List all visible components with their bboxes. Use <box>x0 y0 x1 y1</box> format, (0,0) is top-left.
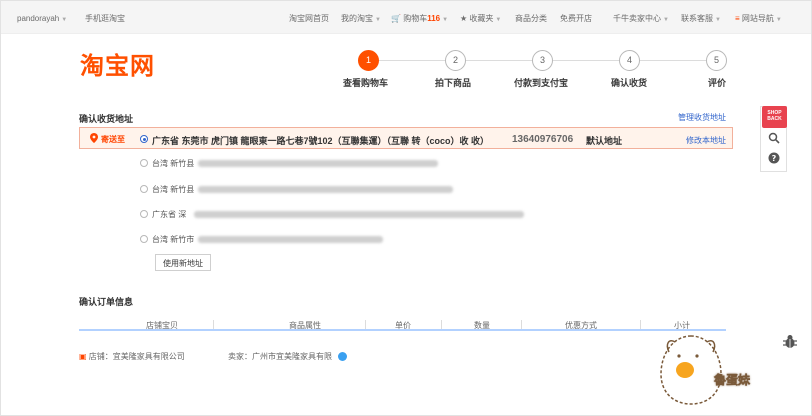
taobao-home-link[interactable]: 淘宝网首页 <box>289 14 329 24</box>
cart-link[interactable]: 🛒 购物车116 ▼ <box>391 14 448 25</box>
top-bar: pandorayah ▼ 手机逛淘宝 淘宝网首页 我的淘宝 ▼ 🛒 购物车116 ▼ … <box>1 1 811 34</box>
blurred-address-detail <box>198 186 453 193</box>
taobao-logo[interactable]: 淘宝网 <box>80 46 155 81</box>
shop-icon: ▣ <box>79 352 87 361</box>
chat-icon[interactable] <box>338 352 348 362</box>
address-option-text: 台湾 新竹县 <box>152 185 195 194</box>
manage-address-link[interactable]: 管理收货地址 <box>678 112 726 123</box>
default-address-label: 默认地址 <box>586 136 623 146</box>
location-pin-icon <box>90 133 98 143</box>
send-to-label: 寄送至 <box>101 135 125 144</box>
seller-name: 卖家：广州市宜美隆家具有限 <box>228 352 332 361</box>
address-option-2[interactable]: 台湾 新竹县 <box>140 183 470 195</box>
column-divider <box>365 320 366 329</box>
username-link[interactable]: pandorayah ▼ <box>17 14 67 25</box>
mobile-taobao-link[interactable]: 手机逛淘宝 <box>85 14 125 24</box>
column-divider <box>521 320 522 329</box>
address-radio[interactable] <box>140 185 148 193</box>
step-2-label: 拍下商品 <box>435 78 472 88</box>
step-4-circle: 4 <box>619 50 640 71</box>
my-taobao-menu[interactable]: 我的淘宝 ▼ <box>341 14 381 25</box>
cart-count: 116 <box>427 14 441 23</box>
address-option-text: 台湾 新竹市 <box>152 235 195 244</box>
categories-link[interactable]: 商品分类 <box>515 14 547 24</box>
column-divider <box>213 320 214 329</box>
edit-address-link[interactable]: 修改本地址 <box>686 135 726 146</box>
address-radio[interactable] <box>140 159 148 167</box>
cart-icon: 🛒 <box>391 14 401 23</box>
shopback-badge[interactable]: SHOP BACK <box>762 106 787 128</box>
mascot-watermark-text: 魯蛋妹 <box>714 373 751 388</box>
help-icon[interactable]: ? <box>768 152 780 164</box>
egg-mascot-watermark <box>660 335 722 405</box>
order-header-underline <box>79 329 726 331</box>
address-radio-selected[interactable] <box>140 135 148 143</box>
selected-address-phone: 13640976706 <box>512 134 574 145</box>
step-2-circle: 2 <box>445 50 466 71</box>
step-1-circle: 1 <box>358 50 379 71</box>
address-radio[interactable] <box>140 210 148 218</box>
blurred-address-detail <box>198 160 438 167</box>
shop-name: 店铺：宜美隆家具有限公司 <box>88 352 185 361</box>
search-icon[interactable] <box>768 132 780 144</box>
column-divider <box>441 320 442 329</box>
shop-info[interactable]: ▣ 店铺：宜美隆家具有限公司 <box>79 351 185 362</box>
blurred-address-detail <box>194 211 524 218</box>
address-option-1[interactable]: 台湾 新竹县 <box>140 157 470 169</box>
support-menu[interactable]: 联系客服 ▼ <box>681 14 721 25</box>
address-section-title: 确认收货地址 <box>79 114 134 124</box>
address-option-text: 台湾 新竹县 <box>152 159 195 168</box>
selected-address-row[interactable]: 寄送至 广东省 东莞市 虎门镇 龍眼東一路七巷7號102（互聯集運）（互聯 转（… <box>79 127 733 149</box>
favorites-menu[interactable]: ★ 收藏夹 ▼ <box>460 14 501 25</box>
step-3-label: 付款到支付宝 <box>514 78 569 88</box>
step-4-label: 确认收货 <box>611 78 648 88</box>
step-1-label: 查看购物车 <box>343 78 389 88</box>
address-radio[interactable] <box>140 235 148 243</box>
bug-icon[interactable] <box>782 334 798 350</box>
order-section-title: 确认订单信息 <box>79 297 134 307</box>
address-option-3[interactable]: 广东省 深 <box>140 208 540 220</box>
blurred-address-detail <box>198 236 383 243</box>
step-5-circle: 5 <box>706 50 727 71</box>
seller-center-menu[interactable]: 千牛卖家中心 ▼ <box>613 14 669 25</box>
step-5-label: 评价 <box>708 78 727 88</box>
open-shop-link[interactable]: 免费开店 <box>560 14 592 24</box>
menu-icon: ≡ <box>735 14 740 23</box>
use-new-address-button[interactable]: 使用新地址 <box>155 254 211 271</box>
seller-info[interactable]: 卖家：广州市宜美隆家具有限 <box>228 351 348 362</box>
address-option-4[interactable]: 台湾 新竹市 <box>140 233 400 245</box>
svg-text:?: ? <box>772 154 777 163</box>
selected-address-text: 广东省 东莞市 虎门镇 龍眼東一路七巷7號102（互聯集運）（互聯 转（coco… <box>152 136 490 146</box>
column-divider <box>640 320 641 329</box>
step-3-circle: 3 <box>532 50 553 71</box>
star-icon: ★ <box>460 14 468 23</box>
site-nav-menu[interactable]: ≡ 网站导航 ▼ <box>735 14 782 25</box>
address-option-text: 广东省 深 <box>152 210 187 219</box>
